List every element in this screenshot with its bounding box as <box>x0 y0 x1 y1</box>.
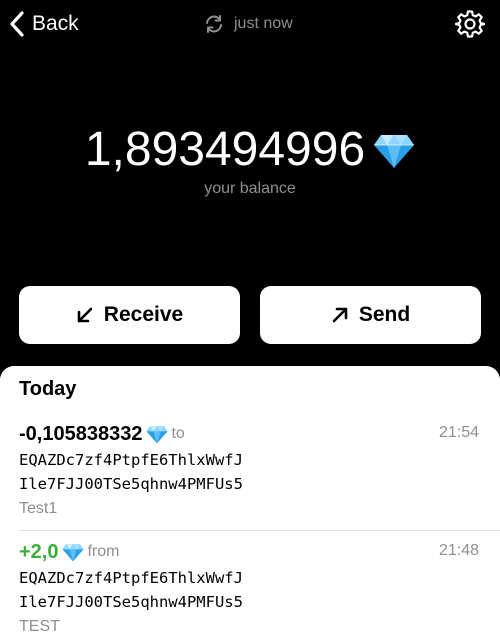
gear-icon[interactable] <box>455 9 485 39</box>
section-title-today: Today <box>19 378 77 400</box>
transaction-direction: from <box>87 543 120 560</box>
sync-status-label: just now <box>234 15 293 32</box>
transaction-amount-row: -0,105838332 to <box>19 422 185 446</box>
transaction-time: 21:48 <box>438 542 479 559</box>
transaction-amount: +2,0 <box>19 540 59 563</box>
transaction-comment: TEST <box>19 618 60 635</box>
transaction-amount: -0,105838332 <box>19 422 143 445</box>
divider <box>19 530 500 531</box>
transaction-direction: to <box>171 425 185 442</box>
transaction-item[interactable]: +2,0 from 21:48 EQAZDc7zf4PtpfE6ThlxWwfJ… <box>0 536 500 644</box>
address-line-1: EQAZDc7zf4PtpfE6ThlxWwfJ <box>19 451 243 469</box>
receive-label: Receive <box>103 303 184 326</box>
diamond-icon <box>63 543 84 561</box>
transaction-address[interactable]: EQAZDc7zf4PtpfE6ThlxWwfJ Ile7FJJ00TSe5qh… <box>19 566 319 614</box>
send-label: Send <box>358 303 411 326</box>
diamond-icon <box>146 425 168 443</box>
balance-amount: 1,893494996 <box>84 123 366 176</box>
arrow-down-left-icon <box>77 307 93 323</box>
send-button[interactable]: Send <box>260 286 481 344</box>
back-label: Back <box>32 12 79 35</box>
receive-button[interactable]: Receive <box>19 286 240 344</box>
transaction-history-panel[interactable]: Today -0,105838332 to 21:54 EQAZDc7zf4Pt… <box>0 366 500 644</box>
transaction-time: 21:54 <box>438 424 479 441</box>
transaction-comment: Test1 <box>19 500 58 517</box>
address-line-1: EQAZDc7zf4PtpfE6ThlxWwfJ <box>19 569 243 587</box>
address-line-2: Ile7FJJ00TSe5qhnw4PMFUs5 <box>19 593 243 611</box>
balance-caption: your balance <box>204 180 296 197</box>
top-bar: Back just now <box>0 0 500 50</box>
back-button[interactable]: Back <box>8 8 79 40</box>
chevron-left-icon <box>10 11 24 37</box>
transaction-address[interactable]: EQAZDc7zf4PtpfE6ThlxWwfJ Ile7FJJ00TSe5qh… <box>19 448 319 496</box>
refresh-icon <box>206 15 222 33</box>
transaction-item[interactable]: -0,105838332 to 21:54 EQAZDc7zf4PtpfE6Th… <box>0 418 500 538</box>
diamond-icon <box>374 134 415 168</box>
transaction-amount-row: +2,0 from <box>19 540 119 564</box>
sync-status: just now <box>203 12 293 36</box>
arrow-up-right-icon <box>332 307 348 323</box>
balance-display: 1,893494996 <box>0 122 500 177</box>
address-line-2: Ile7FJJ00TSe5qhnw4PMFUs5 <box>19 475 243 493</box>
